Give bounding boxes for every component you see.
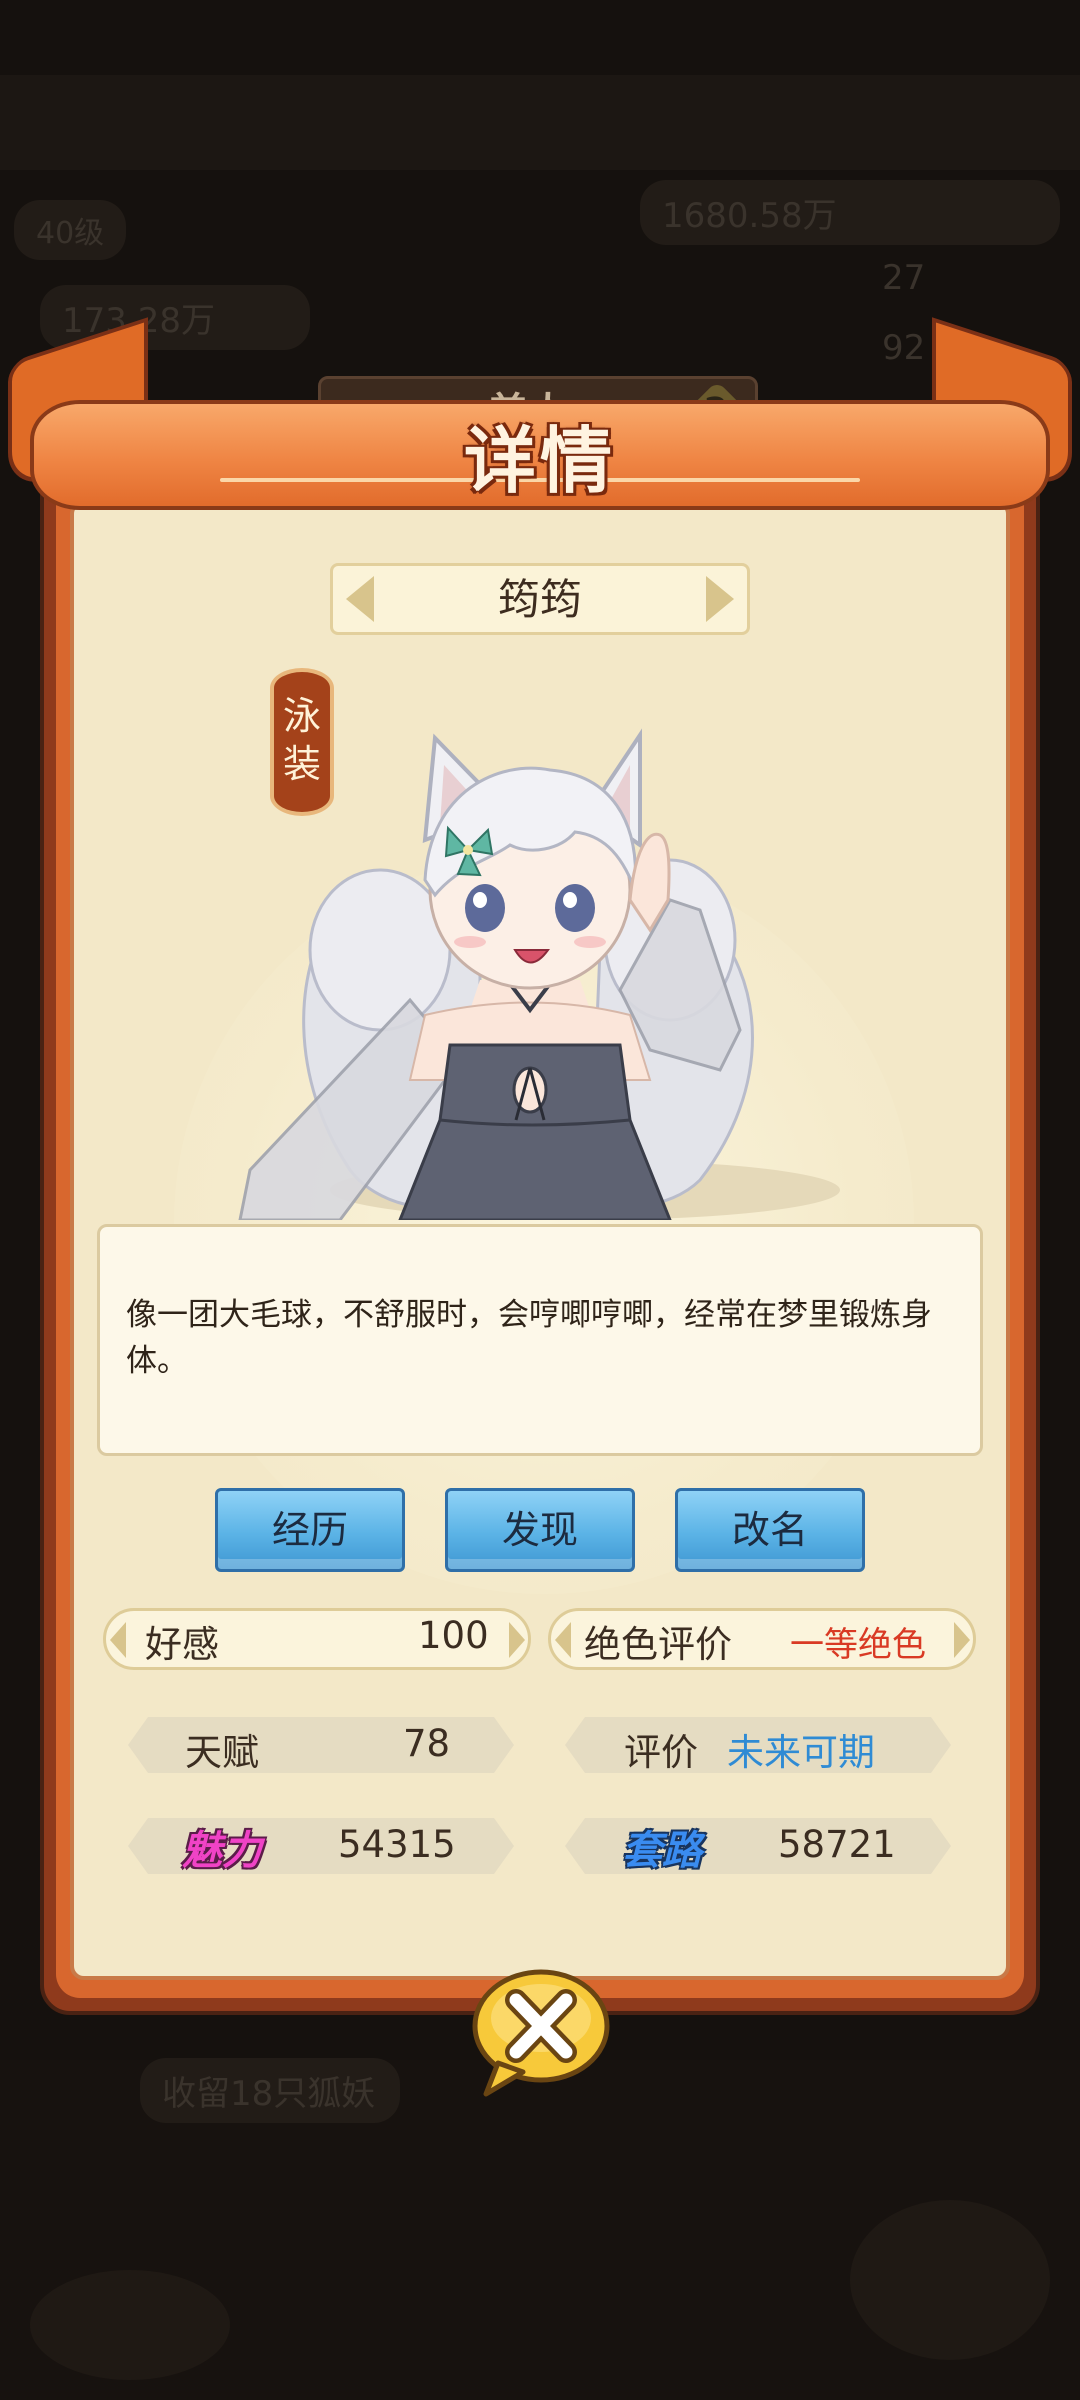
talent-value: 78 — [403, 1722, 451, 1765]
talent-label: 天赋 — [185, 1731, 259, 1774]
background-decoration — [850, 2200, 1050, 2360]
character-name: 筠筠 — [497, 575, 582, 624]
favor-value: 100 — [418, 1614, 489, 1657]
favor-bar-left-ornament — [110, 1622, 126, 1658]
costume-tag[interactable]: 泳装 — [270, 668, 334, 816]
background-level-badge: 40级 — [14, 200, 127, 260]
beauty-bar-left-ornament — [555, 1622, 571, 1658]
background-decoration — [30, 2270, 230, 2380]
charm-badge-icon: 魅力 — [182, 1828, 262, 1874]
dialog-title: 详情 — [463, 418, 616, 503]
beauty-rating-value: 一等绝色 — [790, 1625, 926, 1665]
background-top-bar — [0, 75, 1080, 170]
background-count-a: 27 — [882, 258, 926, 298]
trick-badge-icon: 套路 — [622, 1828, 702, 1874]
character-description: 像一团大毛球，不舒服时，会哼唧哼唧，经常在梦里锻炼身体。 — [126, 1297, 932, 1379]
background-resource-counter: 1680.58万 — [640, 180, 1060, 245]
discover-button[interactable]: 发现 — [445, 1488, 635, 1572]
history-button[interactable]: 经历 — [215, 1488, 405, 1572]
rating-label: 评价 — [624, 1731, 698, 1774]
beauty-bar-right-ornament — [954, 1622, 970, 1658]
next-character-button[interactable] — [698, 566, 738, 632]
charm-value: 54315 — [338, 1823, 456, 1866]
close-button[interactable] — [468, 1968, 614, 2098]
beauty-rating-label: 绝色评价 — [584, 1623, 732, 1666]
background-quest-text: 收留18只狐妖 — [140, 2058, 400, 2123]
trick-value: 58721 — [778, 1823, 896, 1866]
rating-value: 未来可期 — [727, 1731, 875, 1774]
rename-button[interactable]: 改名 — [675, 1488, 865, 1572]
favor-label: 好感 — [145, 1623, 219, 1666]
favor-bar-right-ornament — [509, 1622, 525, 1658]
prev-character-button[interactable] — [342, 566, 382, 632]
